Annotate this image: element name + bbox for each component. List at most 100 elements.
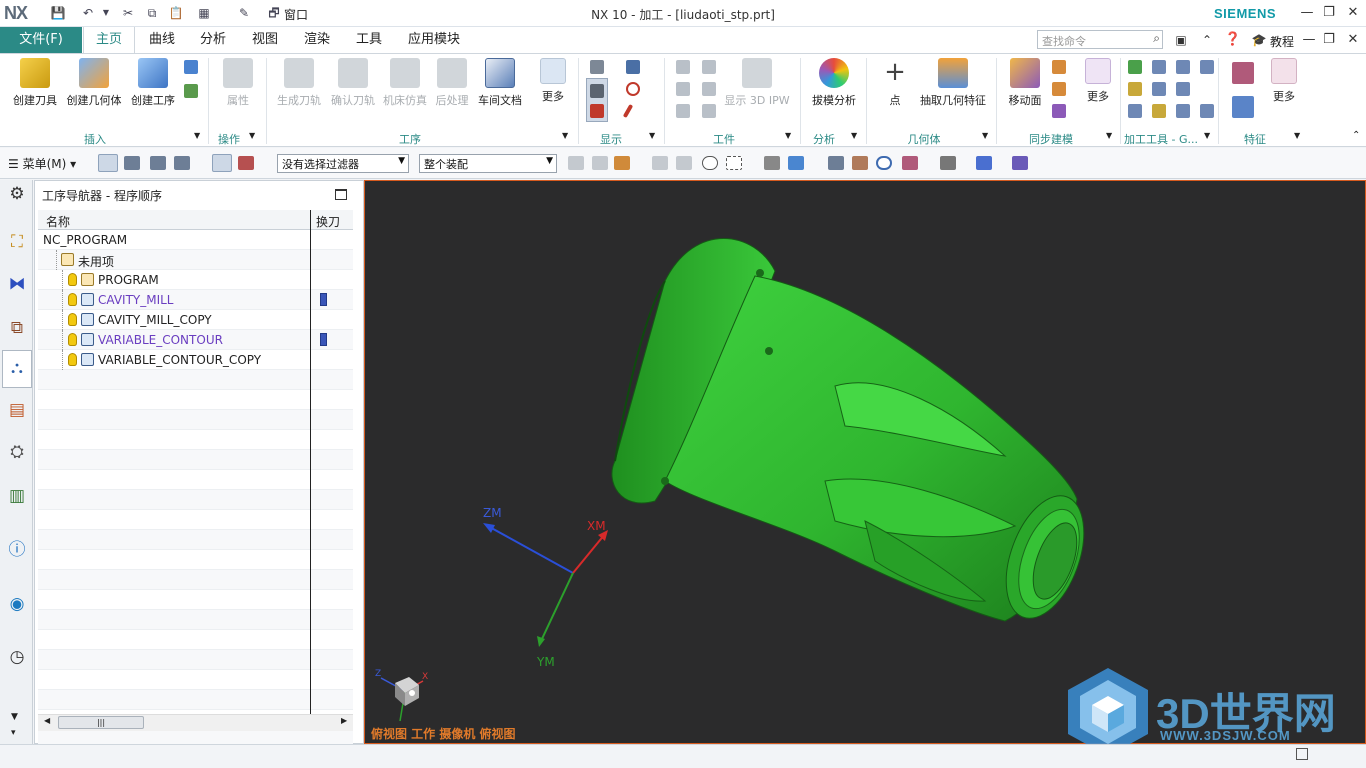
method-view-icon[interactable] [174, 156, 190, 170]
tab-render[interactable]: 渲染 [294, 27, 340, 53]
fullscreen-icon[interactable] [1296, 748, 1308, 760]
reuse-library-icon[interactable]: ⛭ [5, 440, 29, 464]
workpiece-icon-2[interactable] [702, 60, 716, 74]
operation-label[interactable]: NC_PROGRAM [43, 233, 127, 247]
ribbon-options-icon[interactable]: ▣ [1172, 31, 1190, 49]
green-part-model[interactable] [611, 238, 1099, 629]
doc-minimize-button[interactable]: — [1300, 31, 1318, 49]
machine-tool-view-icon[interactable] [124, 156, 140, 170]
post-process-button[interactable]: 后处理 [430, 58, 474, 108]
workpiece-icon-5[interactable] [676, 104, 690, 118]
create-geometry-button[interactable]: 创建几何体 [64, 58, 124, 108]
target-icon[interactable] [626, 82, 640, 96]
sync-icon-2[interactable] [1052, 82, 1066, 96]
hatch-red-icon[interactable] [590, 104, 604, 118]
program-order-view-icon[interactable] [98, 154, 118, 172]
create-program-icon[interactable] [184, 84, 198, 98]
shop-doc-button[interactable]: 车间文档 [474, 58, 526, 108]
process-more-button[interactable]: 更多 [534, 58, 572, 104]
point-button[interactable]: + 点 [878, 58, 912, 108]
mt-icon-1[interactable] [1128, 60, 1142, 74]
render-style-icon[interactable] [764, 156, 780, 170]
edit-section-icon[interactable] [1012, 156, 1028, 170]
feature-group-dropdown[interactable]: ▼ [1294, 131, 1300, 140]
web-browser-icon[interactable]: ◉ [5, 592, 29, 616]
generate-path-button[interactable]: 生成刀轨 [272, 58, 326, 108]
machining-tools-dropdown[interactable]: ▼ [1204, 131, 1210, 140]
operation-label[interactable]: CAVITY_MILL_COPY [98, 313, 212, 327]
part-navigator-icon[interactable]: ⧉ [5, 316, 29, 340]
feature-more-button[interactable]: 更多 [1266, 58, 1302, 104]
workpiece-icon-1[interactable] [676, 60, 690, 74]
scrollbar-thumb[interactable]: ||| [58, 716, 144, 729]
mt-icon-11[interactable] [1200, 104, 1214, 118]
orient-view-icon[interactable] [902, 156, 918, 170]
machine-sim-button[interactable]: 机床仿真 [380, 58, 430, 108]
restore-button[interactable]: ❐ [1320, 4, 1338, 22]
collapse-ribbon-icon[interactable]: ⌃ [1198, 31, 1216, 49]
analysis-group-dropdown[interactable]: ▼ [851, 131, 857, 140]
operation-label[interactable]: VARIABLE_CONTOUR [98, 333, 223, 347]
show-3d-ipw-button[interactable]: 显示 3D IPW [724, 58, 790, 108]
view-triad[interactable] [380, 677, 424, 722]
properties-button[interactable]: 属性 [214, 58, 262, 108]
history-clock-icon[interactable]: ◷ [5, 645, 29, 669]
mt-icon-9[interactable] [1152, 104, 1166, 118]
display-view-icon[interactable] [626, 60, 640, 74]
display-toggle-icon[interactable] [590, 60, 604, 74]
help-icon[interactable]: ❓ [1224, 31, 1242, 49]
resource-more-icon[interactable]: ▾ [11, 728, 16, 738]
assembly-scope-select[interactable]: 整个装配 ▼ [419, 154, 557, 173]
library-books-icon[interactable]: ▥ [5, 484, 29, 508]
mt-icon-10[interactable] [1176, 104, 1190, 118]
tab-view[interactable]: 视图 [242, 27, 288, 53]
scroll-right-icon[interactable]: ▶ [341, 716, 347, 725]
minimize-button[interactable]: — [1298, 4, 1316, 22]
doc-close-button[interactable]: ✕ [1344, 31, 1362, 49]
operation-group-dropdown[interactable]: ▼ [249, 131, 255, 140]
workpiece-icon-6[interactable] [702, 104, 716, 118]
draft-analysis-button[interactable]: 拔模分析 [808, 58, 860, 108]
tab-home[interactable]: 主页 [83, 27, 135, 53]
endpoint-icon[interactable] [652, 156, 668, 170]
hatch-icon[interactable] [590, 84, 604, 98]
workpiece-group-dropdown[interactable]: ▼ [785, 131, 791, 140]
assembly-navigator-icon[interactable]: ⛶ [5, 230, 29, 254]
constraint-navigator-icon[interactable]: ⧓ [5, 272, 29, 296]
sync-icon-1[interactable] [1052, 60, 1066, 74]
display-group-dropdown[interactable]: ▼ [649, 131, 655, 140]
process-group-dropdown[interactable]: ▼ [562, 131, 568, 140]
sync-group-dropdown[interactable]: ▼ [1106, 131, 1112, 140]
verify-path-button[interactable]: 确认刀轨 [326, 58, 380, 108]
fit-view-icon[interactable] [828, 156, 844, 170]
create-tool-button[interactable]: 创建刀具 [8, 58, 62, 108]
operation-label[interactable]: VARIABLE_CONTOUR_COPY [98, 353, 261, 367]
feature-icon-2[interactable] [1232, 96, 1254, 118]
workpiece-icon-4[interactable] [702, 82, 716, 96]
tab-analysis[interactable]: 分析 [190, 27, 236, 53]
workpiece-icon-3[interactable] [676, 82, 690, 96]
create-operation-button[interactable]: 创建工序 [126, 58, 180, 108]
shaded-icon[interactable] [788, 156, 804, 170]
geometry-view-icon[interactable] [150, 156, 166, 170]
select-tool-icon[interactable] [568, 156, 584, 170]
mt-icon-6[interactable] [1152, 82, 1166, 96]
snap-point-icon[interactable] [614, 156, 630, 170]
render-mode-icon[interactable] [940, 156, 956, 170]
feature-icon-1[interactable] [1232, 62, 1254, 84]
snap-icon[interactable] [592, 156, 608, 170]
insert-group-dropdown[interactable]: ▼ [194, 131, 200, 140]
zoom-icon[interactable] [852, 156, 868, 170]
scroll-left-icon[interactable]: ◀ [44, 716, 50, 725]
layer-icon[interactable] [976, 156, 992, 170]
file-menu-tab[interactable]: 文件(F) [0, 27, 82, 53]
tab-curve[interactable]: 曲线 [138, 27, 186, 53]
rotate-icon[interactable] [876, 156, 892, 170]
operation-label[interactable]: CAVITY_MILL [98, 293, 174, 307]
geometry-group-dropdown[interactable]: ▼ [982, 131, 988, 140]
move-face-button[interactable]: 移动面 [1004, 58, 1046, 108]
command-search-input[interactable]: 查找命令 ⌕ [1037, 30, 1163, 49]
tab-applications[interactable]: 应用模块 [400, 27, 468, 53]
create-method-icon[interactable] [184, 60, 198, 74]
menu-button[interactable]: ☰ 菜单(M) ▾ [8, 155, 76, 172]
